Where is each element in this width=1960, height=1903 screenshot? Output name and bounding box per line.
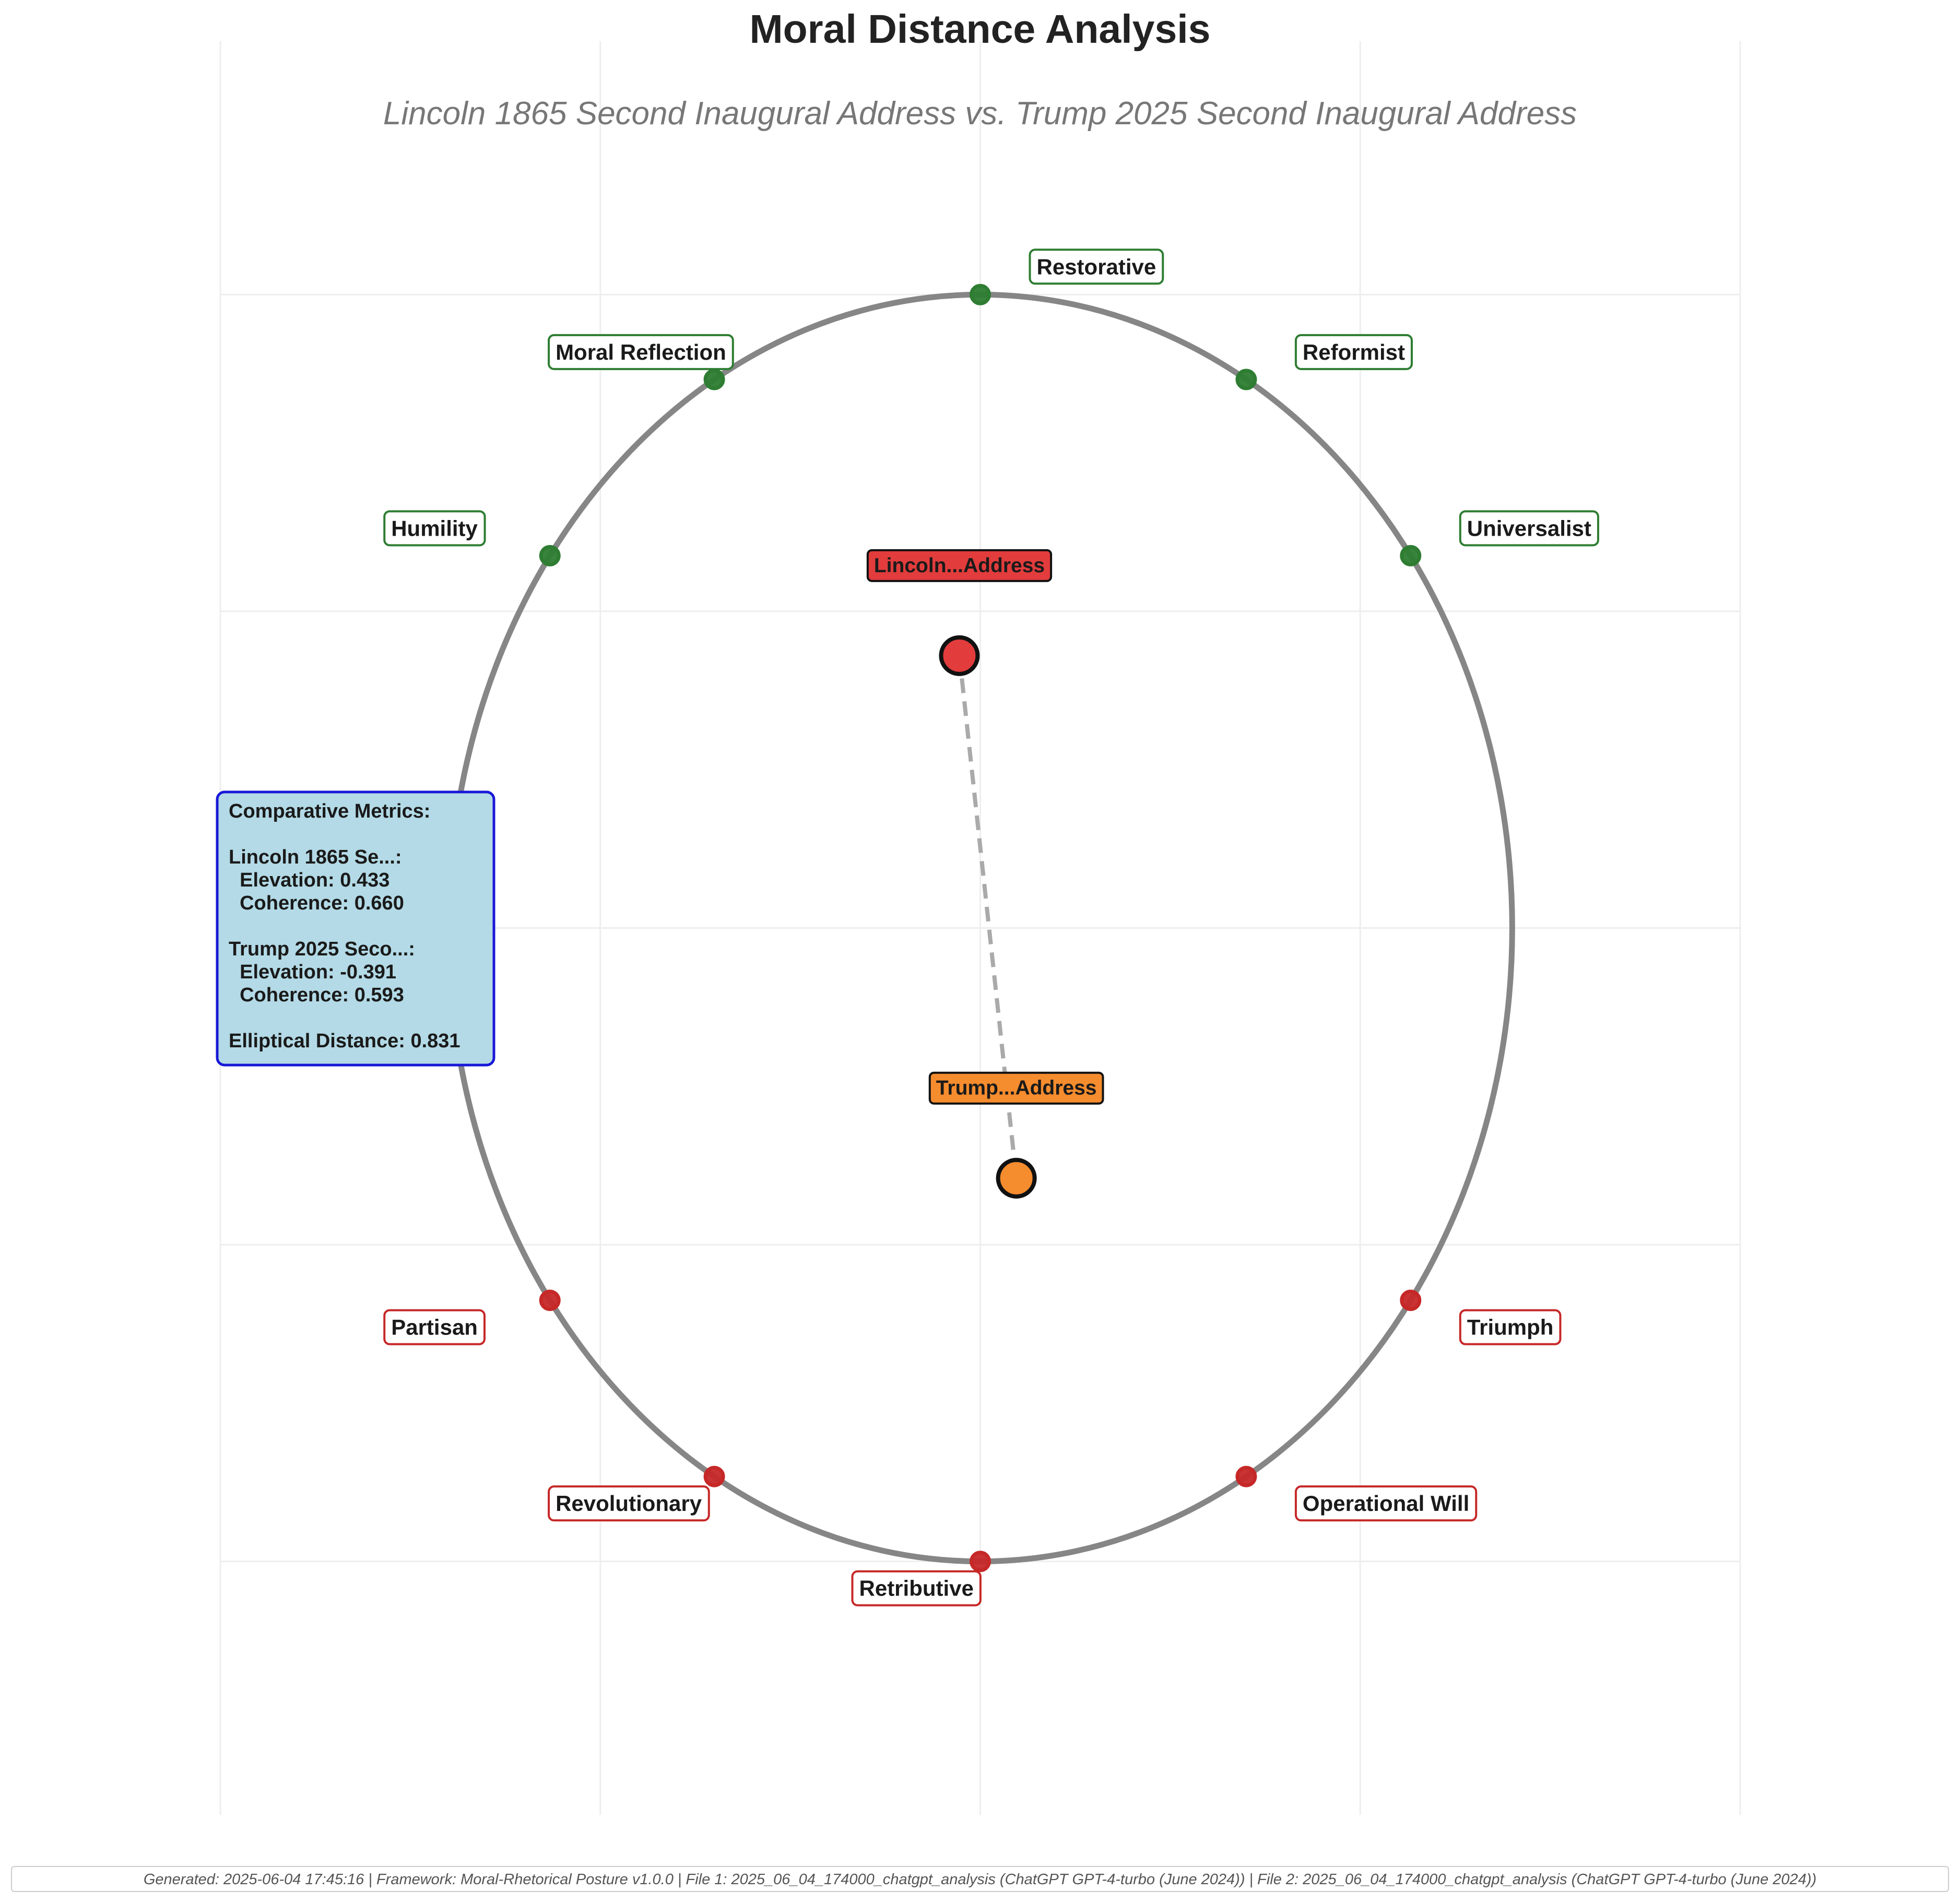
metrics-line: Trump 2025 Seco...: <box>229 938 415 960</box>
anchor-point <box>1400 545 1422 566</box>
anchor-point <box>703 369 725 391</box>
footer: Generated: 2025-06-04 17:45:16 | Framewo… <box>11 1866 1949 1892</box>
speech-label: Trump...Address <box>936 1077 1097 1100</box>
anchor-point <box>703 1465 725 1487</box>
speech-label-group: Trump...Address <box>928 1071 1104 1105</box>
anchor-label-group: Revolutionary <box>548 1485 710 1522</box>
anchor-label-group: Triumph <box>1459 1309 1562 1345</box>
footer-text: Generated: 2025-06-04 17:45:16 | Framewo… <box>144 1871 1816 1888</box>
anchor-label-group: Reformist <box>1294 334 1413 370</box>
anchor-point <box>1400 1290 1422 1311</box>
speech-point <box>996 1157 1037 1199</box>
anchor-label: Retributive <box>859 1576 974 1601</box>
anchor-label-group: Humility <box>383 510 486 547</box>
anchor-point <box>970 1551 991 1573</box>
anchor-label-group: Retributive <box>851 1570 982 1606</box>
anchor-label: Triumph <box>1467 1315 1554 1340</box>
anchor-label-group: Restorative <box>1029 249 1164 285</box>
speech-point <box>939 635 980 676</box>
metrics-line: Elliptical Distance: 0.831 <box>229 1030 461 1052</box>
anchor-label: Partisan <box>391 1315 478 1340</box>
anchor-label-group: Moral Reflection <box>548 334 734 370</box>
chart-title: Moral Distance Analysis <box>750 7 1211 52</box>
anchor-point <box>539 1290 561 1311</box>
moral-distance-chart: Restorative Reformist Universalist Moral Re… <box>0 0 1960 1903</box>
anchor-label: Moral Reflection <box>556 340 726 364</box>
anchor-label: Reformist <box>1303 340 1405 364</box>
anchor-label: Restorative <box>1037 254 1156 279</box>
metrics-line: Elevation: -0.391 <box>229 961 396 983</box>
metrics-line: Lincoln 1865 Se...: <box>229 846 402 868</box>
metrics-box-background <box>216 790 495 1067</box>
anchor-label-group: Universalist <box>1459 510 1599 547</box>
anchor-label: Universalist <box>1467 516 1591 540</box>
anchor-label-group: Operational Will <box>1294 1485 1478 1522</box>
speech-label: Lincoln...Address <box>874 554 1045 577</box>
metrics-line: Elevation: 0.433 <box>229 869 389 891</box>
speech-label-group: Lincoln...Address <box>866 549 1053 582</box>
anchor-point <box>1235 1465 1257 1487</box>
anchor-point <box>1235 369 1257 391</box>
anchor-point <box>970 283 991 305</box>
metrics-line: Coherence: 0.660 <box>229 892 404 914</box>
anchor-label: Operational Will <box>1303 1491 1469 1516</box>
anchor-label: Humility <box>391 516 478 540</box>
anchor-point <box>539 545 561 566</box>
anchor-label-group: Partisan <box>383 1309 486 1345</box>
metrics-box: Comparative Metrics: Lincoln 1865 Se...:… <box>216 790 495 1067</box>
anchor-label: Revolutionary <box>556 1491 702 1516</box>
metrics-line: Coherence: 0.593 <box>229 984 404 1006</box>
metrics-line: Comparative Metrics: <box>229 800 430 822</box>
chart-subtitle: Lincoln 1865 Second Inaugural Address vs… <box>383 96 1577 132</box>
